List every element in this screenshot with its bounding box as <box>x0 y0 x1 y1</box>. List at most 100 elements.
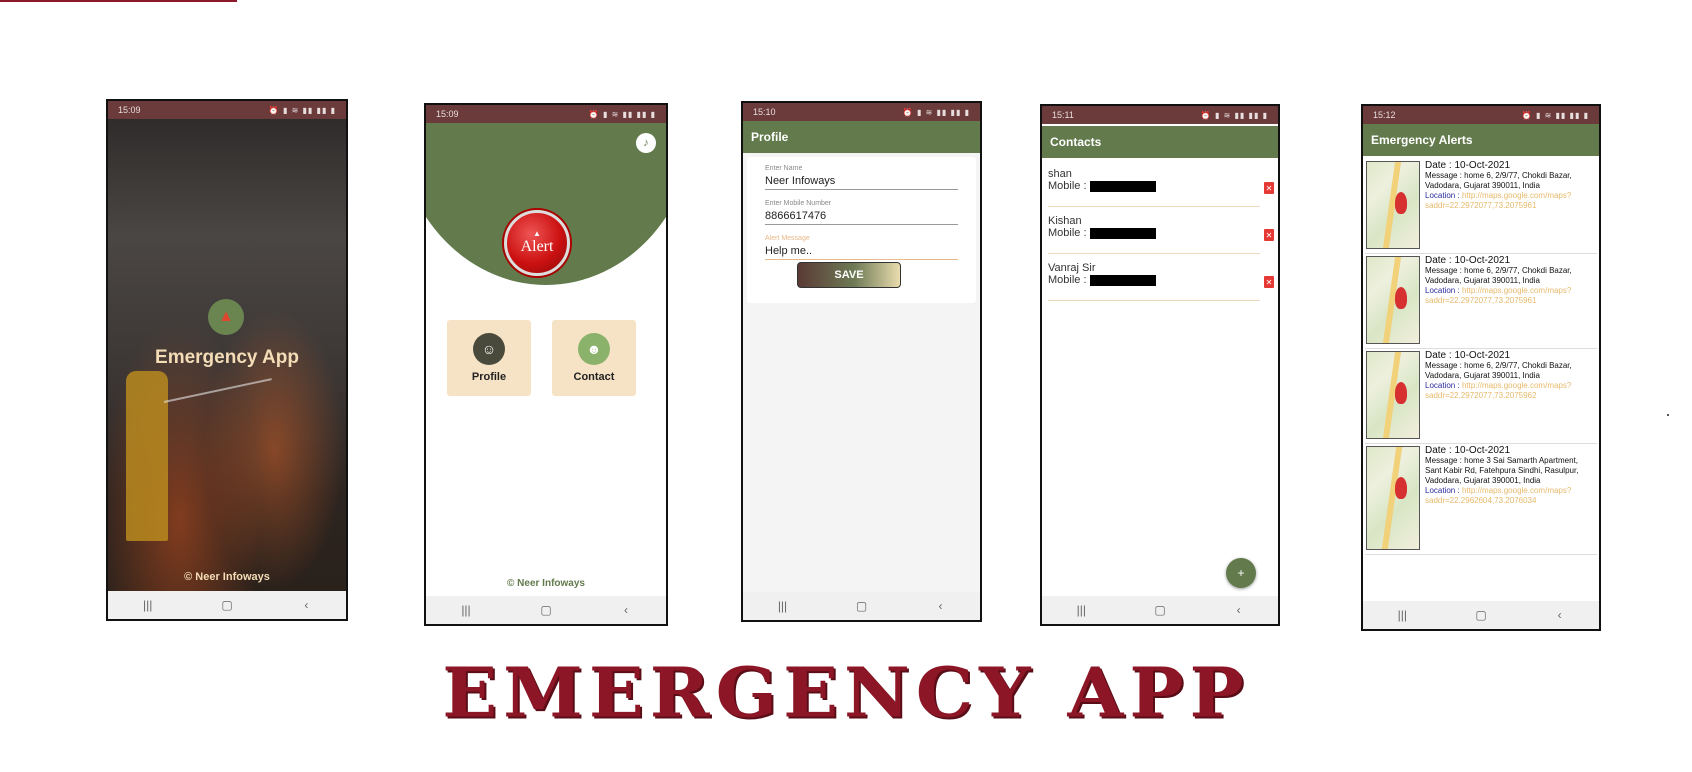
save-button[interactable]: SAVE <box>797 262 901 288</box>
alert-list-item[interactable]: Date : 10-Oct-2021 Message : home 3 Sai … <box>1365 444 1597 555</box>
contact-item[interactable]: shan Mobile : ✕ <box>1048 168 1274 207</box>
redacted-number <box>1089 274 1156 286</box>
back-icon[interactable]: ‹ <box>1540 608 1580 622</box>
app-bar: Emergency Alerts <box>1363 124 1599 156</box>
alert-date: Date : 10-Oct-2021 <box>1425 255 1511 266</box>
company-name: Neer Infoways <box>517 578 585 589</box>
status-time: 15:12 <box>1373 110 1396 120</box>
status-time: 15:09 <box>436 109 459 119</box>
location-label: Location : <box>1425 191 1460 200</box>
name-field-value[interactable]: Neer Infoways <box>765 172 958 190</box>
alert-list-item[interactable]: Date : 10-Oct-2021 Message : home 6, 2/9… <box>1365 349 1597 444</box>
android-nav-bar: ||| ▢ ‹ <box>426 596 666 624</box>
status-icons: ⏰ ▮ ≋ ▮▮ ▮▮ ▮ <box>1521 110 1589 120</box>
location-label: Location : <box>1425 486 1460 495</box>
bell-glyph-icon: ▲ <box>533 229 541 238</box>
alert-message-value[interactable]: Help me.. <box>765 242 958 260</box>
status-bar: 15:10 ⏰ ▮ ≋ ▮▮ ▮▮ ▮ <box>743 103 980 121</box>
mobile-field-value[interactable]: 8866617476 <box>765 207 958 225</box>
status-bar: 15:09 ⏰ ▮ ≋ ▮▮ ▮▮ ▮ <box>108 101 346 119</box>
recent-apps-icon[interactable]: ||| <box>1382 608 1422 622</box>
recent-apps-icon[interactable]: ||| <box>763 599 803 613</box>
alert-date: Date : 10-Oct-2021 <box>1425 445 1511 456</box>
app-bar: Contacts <box>1042 126 1278 158</box>
redacted-number <box>1089 227 1156 239</box>
status-bar: 15:11 ⏰ ▮ ≋ ▮▮ ▮▮ ▮ <box>1042 106 1278 124</box>
app-bar: Profile <box>743 121 980 153</box>
location-label: Location : <box>1425 286 1460 295</box>
status-time: 15:10 <box>753 107 776 117</box>
contact-name: Vanraj Sir <box>1048 262 1096 274</box>
contact-item[interactable]: Kishan Mobile : ✕ <box>1048 215 1274 254</box>
recent-apps-icon[interactable]: ||| <box>1061 603 1101 617</box>
map-pin-icon <box>1395 192 1407 214</box>
contact-tile[interactable]: ☻ Contact <box>552 320 636 396</box>
back-icon[interactable]: ‹ <box>921 599 961 613</box>
back-icon[interactable]: ‹ <box>286 598 326 612</box>
android-nav-bar: ||| ▢ ‹ <box>1042 596 1278 624</box>
delete-icon[interactable]: ✕ <box>1264 229 1274 241</box>
android-nav-bar: ||| ▢ ‹ <box>1363 601 1599 629</box>
recent-apps-icon[interactable]: ||| <box>128 598 168 612</box>
home-icon[interactable]: ▢ <box>1461 608 1501 622</box>
emergency-app-banner-title: EMERGENCY APP <box>442 652 1250 733</box>
stray-dot <box>1667 414 1669 416</box>
home-icon[interactable]: ▢ <box>1140 603 1180 617</box>
mobile-field[interactable]: Enter Mobile Number 8866617476 <box>765 200 958 225</box>
alert-list-item[interactable]: Date : 10-Oct-2021 Message : home 6, 2/9… <box>1365 254 1597 349</box>
phone-contacts-screen: 15:11 ⏰ ▮ ≋ ▮▮ ▮▮ ▮ Contacts shan Mobile… <box>1040 104 1280 626</box>
status-icons: ⏰ ▮ ≋ ▮▮ ▮▮ ▮ <box>902 107 970 117</box>
notification-bell-icon[interactable]: ♪ <box>636 133 656 153</box>
recent-apps-icon[interactable]: ||| <box>446 603 486 617</box>
top-accent-line <box>0 0 237 2</box>
alert-message: Message : home 6, 2/9/77, Chokdi Bazar, … <box>1425 361 1572 380</box>
alert-button[interactable]: ▲ Alert <box>504 210 570 276</box>
home-footer: © Neer Infoways <box>426 578 666 589</box>
alert-date: Date : 10-Oct-2021 <box>1425 350 1511 361</box>
profile-tile[interactable]: ☺ Profile <box>447 320 531 396</box>
siren-icon: ▲ <box>208 299 244 335</box>
status-bar: 15:09 ⏰ ▮ ≋ ▮▮ ▮▮ ▮ <box>426 105 666 123</box>
mobile-field-label: Enter Mobile Number <box>765 200 832 207</box>
name-field[interactable]: Enter Name Neer Infoways <box>765 165 958 190</box>
home-icon[interactable]: ▢ <box>526 603 566 617</box>
alert-list-item[interactable]: Date : 10-Oct-2021 Message : home 6, 2/9… <box>1365 159 1597 254</box>
status-time: 15:11 <box>1052 110 1074 120</box>
phone-home-screen: 15:09 ⏰ ▮ ≋ ▮▮ ▮▮ ▮ ♪ ▲ Alert ☺ Profile … <box>424 103 668 626</box>
contact-name: Kishan <box>1048 215 1082 227</box>
profile-tile-label: Profile <box>471 371 507 383</box>
home-icon[interactable]: ▢ <box>842 599 882 613</box>
alert-date: Date : 10-Oct-2021 <box>1425 160 1511 171</box>
status-time: 15:09 <box>118 105 141 115</box>
app-bar-title: Profile <box>751 130 789 144</box>
alert-message: Message : home 3 Sai Samarth Apartment, … <box>1425 456 1579 485</box>
splash-footer: © Neer Infoways <box>108 571 346 583</box>
delete-icon[interactable]: ✕ <box>1264 182 1274 194</box>
contact-tile-label: Contact <box>573 371 615 383</box>
map-thumbnail <box>1366 161 1420 249</box>
copyright-icon: © <box>507 578 515 589</box>
contact-item[interactable]: Vanraj Sir Mobile : ✕ <box>1048 262 1274 301</box>
alert-message-field[interactable]: Alert Message Help me.. <box>765 235 958 260</box>
delete-icon[interactable]: ✕ <box>1264 276 1274 288</box>
firefighter-figure <box>126 371 168 541</box>
home-icon[interactable]: ▢ <box>207 598 247 612</box>
app-bar-title: Contacts <box>1050 135 1102 149</box>
copyright-icon: © <box>184 571 193 583</box>
alert-message: Message : home 6, 2/9/77, Chokdi Bazar, … <box>1425 171 1572 190</box>
mobile-label: Mobile : <box>1048 227 1087 239</box>
alert-label: Alert <box>520 238 554 255</box>
back-icon[interactable]: ‹ <box>1219 603 1259 617</box>
phone-profile-screen: 15:10 ⏰ ▮ ≋ ▮▮ ▮▮ ▮ Profile Enter Name N… <box>741 101 982 622</box>
status-icons: ⏰ ▮ ≋ ▮▮ ▮▮ ▮ <box>1200 110 1268 120</box>
phone-splash-screen: 15:09 ⏰ ▮ ≋ ▮▮ ▮▮ ▮ ▲ Emergency App © Ne… <box>106 99 348 621</box>
map-thumbnail <box>1366 446 1420 550</box>
alert-message-label: Alert Message <box>765 235 810 242</box>
contact-name: shan <box>1048 168 1072 180</box>
add-contact-fab[interactable]: + <box>1226 558 1256 588</box>
back-icon[interactable]: ‹ <box>606 603 646 617</box>
map-pin-icon <box>1395 382 1407 404</box>
map-thumbnail <box>1366 351 1420 439</box>
mobile-label: Mobile : <box>1048 180 1087 192</box>
map-pin-icon <box>1395 477 1407 499</box>
